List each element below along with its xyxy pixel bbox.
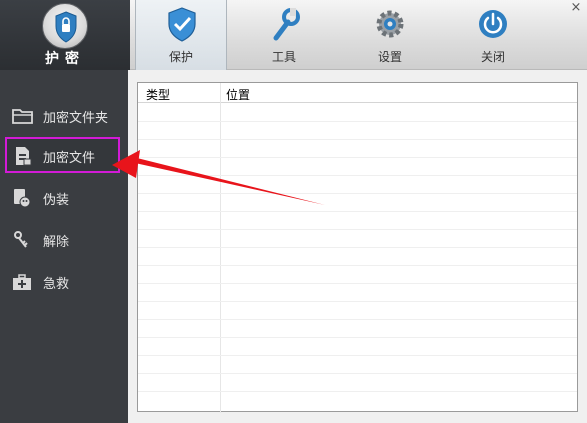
shield-icon xyxy=(166,6,198,42)
table-row-line xyxy=(138,391,577,392)
file-table[interactable]: 类型 位置 xyxy=(137,82,578,413)
table-row-line xyxy=(138,247,577,248)
sidebar-item-encrypt-file[interactable]: 加密文件 xyxy=(5,137,120,173)
sidebar: 加密文件夹 加密文件 伪装 解除 急救 xyxy=(0,70,128,423)
table-row-line xyxy=(138,319,577,320)
first-aid-kit-icon xyxy=(12,272,32,292)
sidebar-item-encrypt-folder[interactable]: 加密文件夹 xyxy=(0,98,128,134)
table-row-line xyxy=(138,139,577,140)
tab-tools-label: 工具 xyxy=(271,50,296,64)
tab-protect-label: 保护 xyxy=(168,50,193,64)
logo-text: 护密 xyxy=(45,51,85,67)
table-row-line xyxy=(138,211,577,212)
main-content: 类型 位置 xyxy=(128,70,587,423)
table-row-line xyxy=(138,355,577,356)
tab-protect[interactable]: 保护 xyxy=(135,0,227,70)
table-row-line xyxy=(138,265,577,266)
sidebar-item-label: 加密文件夹 xyxy=(43,111,109,126)
sidebar-item-first-aid[interactable]: 急救 xyxy=(0,264,128,300)
tab-settings[interactable]: 设置 xyxy=(344,0,436,70)
lock-file-icon xyxy=(13,146,33,166)
sidebar-item-label: 急救 xyxy=(43,277,70,292)
sidebar-item-remove[interactable]: 解除 xyxy=(0,222,128,258)
sidebar-item-label: 伪装 xyxy=(43,193,70,208)
table-row-line xyxy=(138,301,577,302)
table-row-line xyxy=(138,121,577,122)
logo-shield-icon xyxy=(42,3,88,49)
column-header-location[interactable]: 位置 xyxy=(226,86,250,103)
column-header-type[interactable]: 类型 xyxy=(146,86,170,103)
table-row-line xyxy=(138,229,577,230)
top-toolbar: 护密 保护 工具 设置 关闭 × xyxy=(0,0,587,70)
power-icon xyxy=(477,6,509,42)
sidebar-item-label: 加密文件 xyxy=(43,151,96,166)
table-row-line xyxy=(138,157,577,158)
tab-tools[interactable]: 工具 xyxy=(238,0,330,70)
table-row-line xyxy=(138,193,577,194)
folder-icon xyxy=(12,106,33,126)
column-divider xyxy=(220,83,221,413)
sidebar-item-label: 解除 xyxy=(43,235,70,250)
key-icon xyxy=(12,230,32,250)
table-row-line xyxy=(138,337,577,338)
tab-close-label: 关闭 xyxy=(480,50,505,64)
app-logo: 护密 xyxy=(0,0,130,70)
gear-icon xyxy=(374,6,406,42)
wrench-icon xyxy=(268,6,300,42)
table-row-line xyxy=(138,373,577,374)
mask-icon xyxy=(12,188,32,208)
sidebar-item-disguise[interactable]: 伪装 xyxy=(0,180,128,216)
table-row-line xyxy=(138,175,577,176)
table-header: 类型 位置 xyxy=(138,83,577,103)
window-close-button[interactable]: × xyxy=(567,0,585,16)
tab-settings-label: 设置 xyxy=(377,50,402,64)
tab-close[interactable]: 关闭 xyxy=(447,0,539,70)
table-row-line xyxy=(138,283,577,284)
